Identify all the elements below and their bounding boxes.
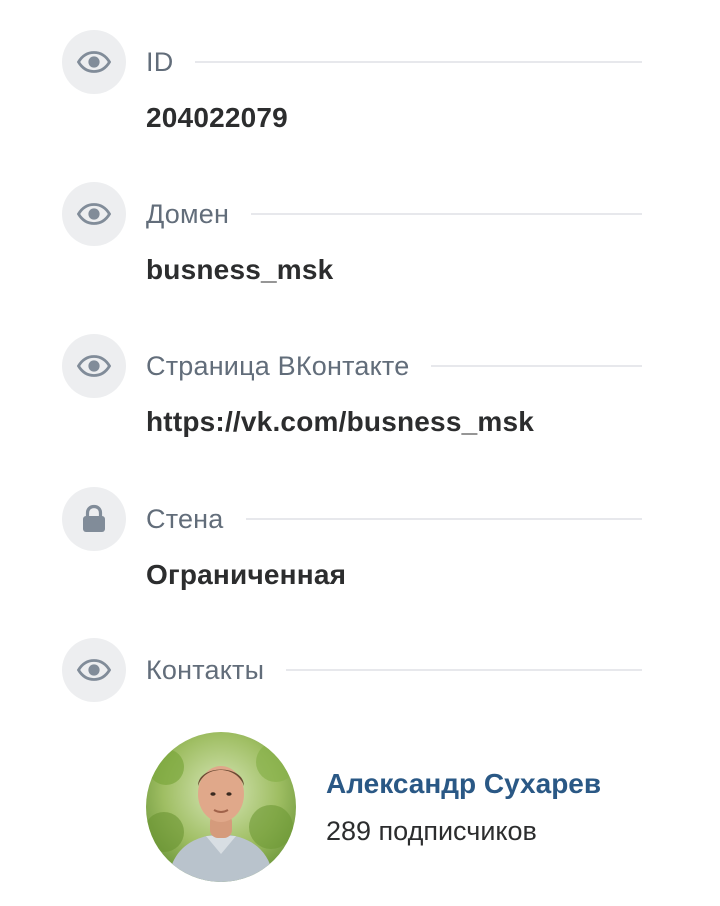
field-value: busness_msk — [146, 254, 334, 285]
contact-name-link[interactable]: Александр Сухарев — [326, 768, 601, 800]
lock-icon[interactable] — [62, 487, 126, 551]
field-value: Ограниченная — [146, 559, 347, 590]
field-label: Домен — [146, 198, 230, 229]
eye-icon[interactable] — [62, 334, 126, 398]
eye-icon[interactable] — [62, 30, 126, 94]
contact-followers: 289 подписчиков — [326, 816, 537, 846]
divider-line — [286, 669, 642, 671]
field-label: Стена — [146, 503, 224, 534]
field-label: Страница ВКонтакте — [146, 350, 410, 381]
field-label: ID — [146, 46, 174, 77]
divider-line — [431, 365, 642, 367]
field-value: 204022079 — [146, 102, 288, 133]
divider-line — [251, 213, 642, 215]
contacts-label: Контакты — [146, 654, 265, 685]
eye-icon[interactable] — [62, 638, 126, 702]
divider-line — [195, 61, 642, 63]
contact-item[interactable]: Александр Сухарев 289 подписчиков — [146, 732, 646, 882]
vk-page-link[interactable]: https://vk.com/busness_msk — [146, 406, 534, 438]
eye-icon[interactable] — [62, 182, 126, 246]
divider-line — [245, 518, 642, 520]
avatar[interactable] — [146, 732, 296, 882]
